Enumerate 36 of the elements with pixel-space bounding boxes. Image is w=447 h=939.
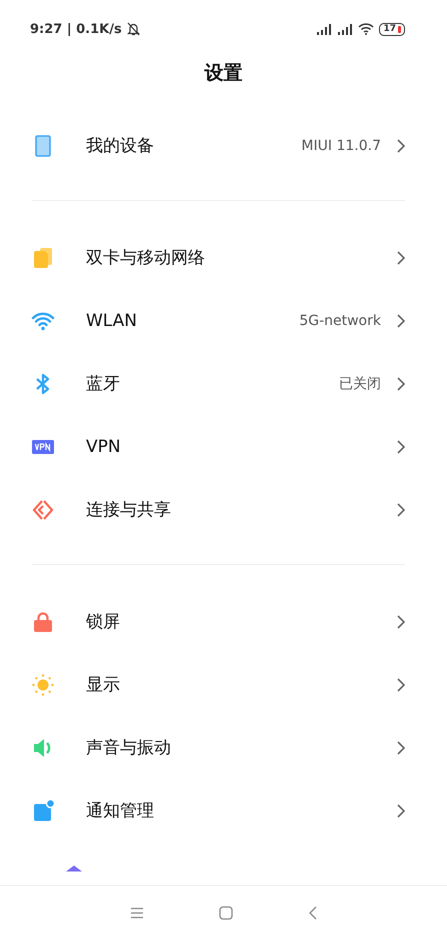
chevron-icon [397,502,405,516]
chevron-icon [397,376,405,390]
sun-icon [31,672,55,696]
settings-row[interactable]: 蓝牙 已关闭 [0,352,447,415]
signal-icon [316,24,332,34]
connection-icon [31,498,55,522]
chevron-icon [397,314,405,328]
chevron-icon [397,678,405,692]
settings-row[interactable]: VPN [0,415,447,478]
wifi-icon [358,23,374,35]
settings-row[interactable]: 双卡与移动网络 [0,226,447,289]
chevron-icon [397,804,405,818]
chevron-icon [397,138,405,152]
status-time: 9:27 | 0.1K/s [30,22,122,36]
home-icon[interactable] [218,906,232,920]
settings-row[interactable]: 显示 [0,653,447,716]
back-icon[interactable] [308,906,318,920]
bell-off-icon [126,22,140,36]
chevron-icon [397,440,405,454]
signal-icon [337,24,354,34]
battery-icon: 17 [379,22,405,36]
lock-icon [31,610,55,634]
chevron-icon [397,250,405,264]
chevron-icon [397,614,405,628]
settings-row[interactable]: WLAN 5G-network [0,289,447,352]
page-title: 设置 [203,61,244,86]
menu-icon[interactable] [130,906,144,918]
settings-row[interactable]: 声音与振动 [0,716,447,779]
triangle-icon [66,865,82,872]
settings-row[interactable]: 通知管理 [0,779,447,842]
settings-row[interactable]: 我的设备 MIUI 11.0.7 [0,114,447,177]
settings-row[interactable]: 连接与共享 [0,478,447,541]
chevron-icon [397,740,405,754]
sim-card-icon [31,246,55,270]
settings-row[interactable]: 锁屏 [0,590,447,653]
notification-icon [31,798,55,822]
